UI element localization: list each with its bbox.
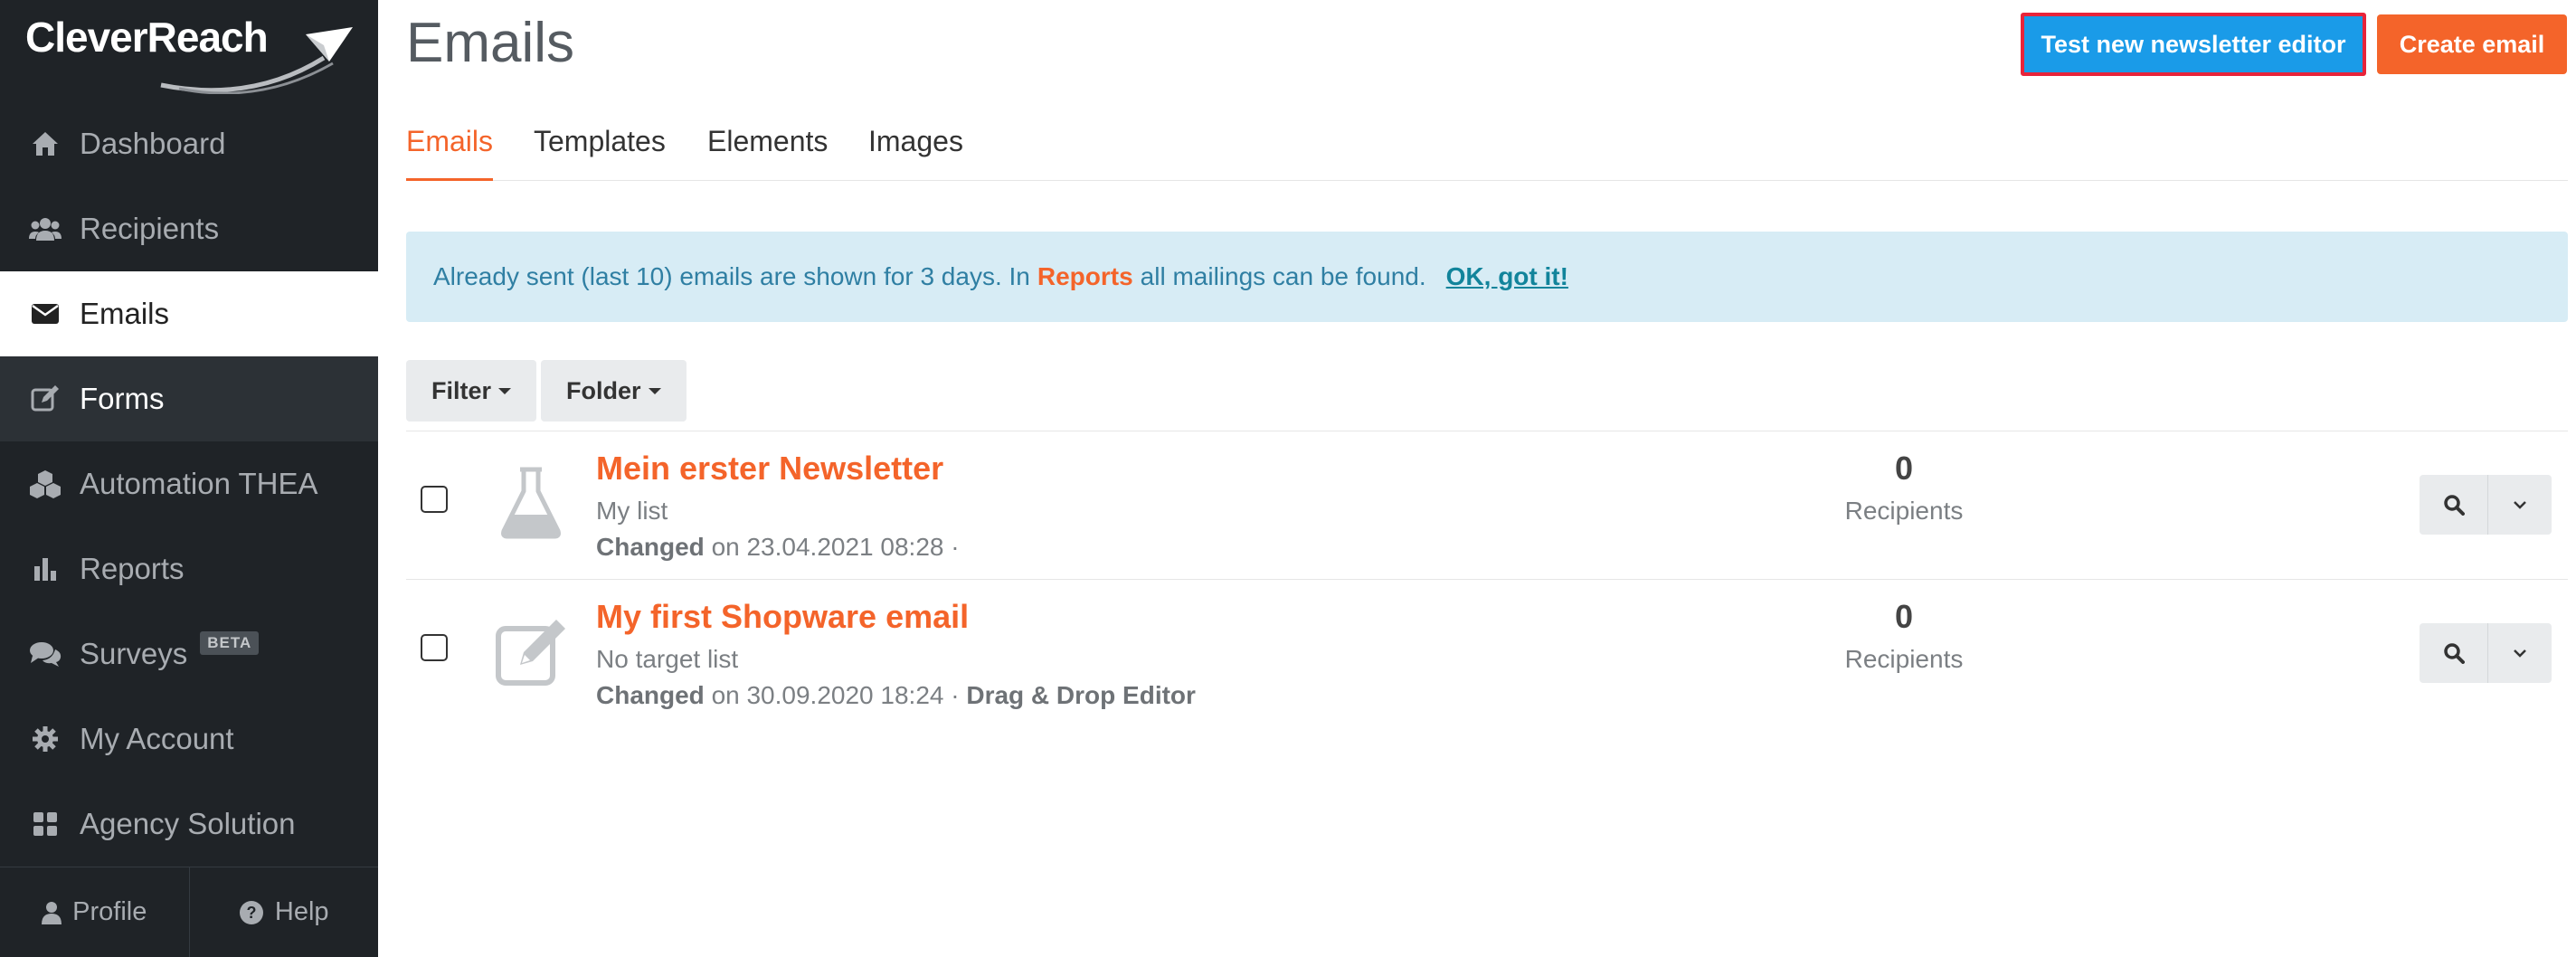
- users-icon: [29, 213, 62, 245]
- search-icon: [2443, 643, 2465, 664]
- profile-label: Profile: [72, 897, 147, 926]
- help-icon: ?: [239, 900, 263, 924]
- profile-link[interactable]: Profile: [0, 867, 190, 957]
- email-row: My first Shopware email No target list C…: [406, 579, 2568, 727]
- dismiss-alert-link[interactable]: OK, got it!: [1446, 262, 1568, 291]
- changed-label: Changed: [596, 533, 705, 561]
- email-title[interactable]: Mein erster Newsletter: [596, 450, 943, 488]
- home-icon: [29, 128, 62, 160]
- recipient-count: 0: [1894, 598, 1914, 635]
- sidebar-item-reports[interactable]: Reports: [0, 526, 378, 611]
- sidebar-item-emails[interactable]: Emails: [0, 271, 378, 356]
- search-icon: [2443, 495, 2465, 516]
- recipient-label: Recipients: [1844, 645, 1964, 673]
- sidebar-footer: Profile ? Help: [0, 867, 378, 957]
- sidebar-item-label: Reports: [80, 552, 185, 585]
- create-email-button[interactable]: Create email: [2377, 14, 2567, 74]
- caret-down-icon: [648, 387, 661, 394]
- changed-label: Changed: [596, 681, 705, 709]
- preview-button[interactable]: [2420, 623, 2488, 683]
- sidebar-item-label: Agency Solution: [80, 807, 296, 840]
- sidebar-item-label: My Account: [80, 722, 234, 755]
- test-newsletter-editor-button[interactable]: Test new newsletter editor: [2021, 13, 2366, 76]
- cleverreach-logo[interactable]: CleverReach: [25, 13, 353, 94]
- changed-date: on 23.04.2021 08:28 ·: [711, 533, 960, 561]
- email-list: Mein erster Newsletter My list Changed o…: [406, 431, 2568, 727]
- folder-label: Folder: [566, 376, 641, 404]
- tab-emails[interactable]: Emails: [406, 125, 494, 181]
- sidebar-item-label: Surveys: [80, 637, 188, 670]
- sidebar-item-label: Emails: [80, 297, 170, 330]
- row-actions: [2420, 623, 2552, 683]
- sidebar-item-label: Forms: [80, 382, 165, 415]
- sidebar: CleverReach Dashboard Recipients Emails: [0, 0, 378, 957]
- svg-text:?: ?: [246, 904, 256, 922]
- chevron-down-icon: [2514, 649, 2526, 658]
- row-actions: [2420, 475, 2552, 535]
- alert-text-after: all mailings can be found.: [1140, 262, 1426, 290]
- comments-icon: [29, 638, 62, 670]
- row-checkbox[interactable]: [421, 486, 448, 513]
- grid-icon: [29, 808, 62, 840]
- sidebar-nav: Dashboard Recipients Emails Forms Automa…: [0, 101, 378, 867]
- info-alert: Already sent (last 10) emails are shown …: [406, 232, 2568, 322]
- email-list-name: No target list: [596, 645, 739, 673]
- folder-dropdown[interactable]: Folder: [541, 360, 687, 422]
- sidebar-item-dashboard[interactable]: Dashboard: [0, 101, 378, 186]
- changed-date: on 30.09.2020 18:24 ·: [711, 681, 960, 709]
- sidebar-item-surveys[interactable]: Surveys BETA: [0, 611, 378, 696]
- more-actions-button[interactable]: [2488, 623, 2552, 683]
- user-icon: [42, 901, 62, 924]
- caret-down-icon: [498, 387, 512, 394]
- logo-swoosh-icon: [160, 27, 353, 94]
- tab-elements[interactable]: Elements: [707, 125, 828, 181]
- beta-badge: BETA: [200, 631, 260, 655]
- edit-icon: [496, 620, 565, 686]
- email-title[interactable]: My first Shopware email: [596, 598, 969, 636]
- envelope-icon: [29, 298, 62, 330]
- row-checkbox[interactable]: [421, 634, 448, 661]
- help-label: Help: [274, 897, 329, 926]
- preview-button[interactable]: [2420, 475, 2488, 535]
- tab-images[interactable]: Images: [868, 125, 963, 181]
- recipient-count: 0: [1894, 450, 1914, 487]
- email-meta: Changed on 30.09.2020 18:24 · Drag & Dro…: [596, 681, 1196, 710]
- sidebar-item-automation[interactable]: Automation THEA: [0, 441, 378, 526]
- help-link[interactable]: ? Help: [190, 867, 379, 957]
- tab-templates[interactable]: Templates: [534, 125, 666, 181]
- filter-dropdown[interactable]: Filter: [406, 360, 537, 422]
- sidebar-item-agency-solution[interactable]: Agency Solution: [0, 782, 378, 867]
- reports-link[interactable]: Reports: [1037, 262, 1133, 291]
- email-meta: Changed on 23.04.2021 08:28 ·: [596, 533, 960, 562]
- recipient-label: Recipients: [1844, 497, 1964, 525]
- sidebar-item-label: Automation THEA: [80, 467, 318, 500]
- sidebar-item-recipients[interactable]: Recipients: [0, 186, 378, 271]
- chevron-down-icon: [2514, 501, 2526, 509]
- tab-bar: Emails Templates Elements Images: [406, 116, 2568, 181]
- more-actions-button[interactable]: [2488, 475, 2552, 535]
- sidebar-item-label: Recipients: [80, 212, 220, 245]
- gear-icon: [29, 723, 62, 755]
- sidebar-item-my-account[interactable]: My Account: [0, 696, 378, 782]
- bar-chart-icon: [29, 553, 62, 585]
- page-title: Emails: [406, 12, 575, 74]
- editor-type: Drag & Drop Editor: [966, 681, 1196, 709]
- sidebar-item-forms[interactable]: Forms: [0, 356, 378, 441]
- email-row: Mein erster Newsletter My list Changed o…: [406, 431, 2568, 579]
- filter-label: Filter: [431, 376, 492, 404]
- email-list-name: My list: [596, 497, 668, 525]
- alert-text-before: Already sent (last 10) emails are shown …: [433, 262, 1030, 290]
- flask-icon: [501, 467, 561, 539]
- cubes-icon: [29, 468, 62, 500]
- edit-icon: [29, 383, 62, 415]
- sidebar-item-label: Dashboard: [80, 127, 226, 160]
